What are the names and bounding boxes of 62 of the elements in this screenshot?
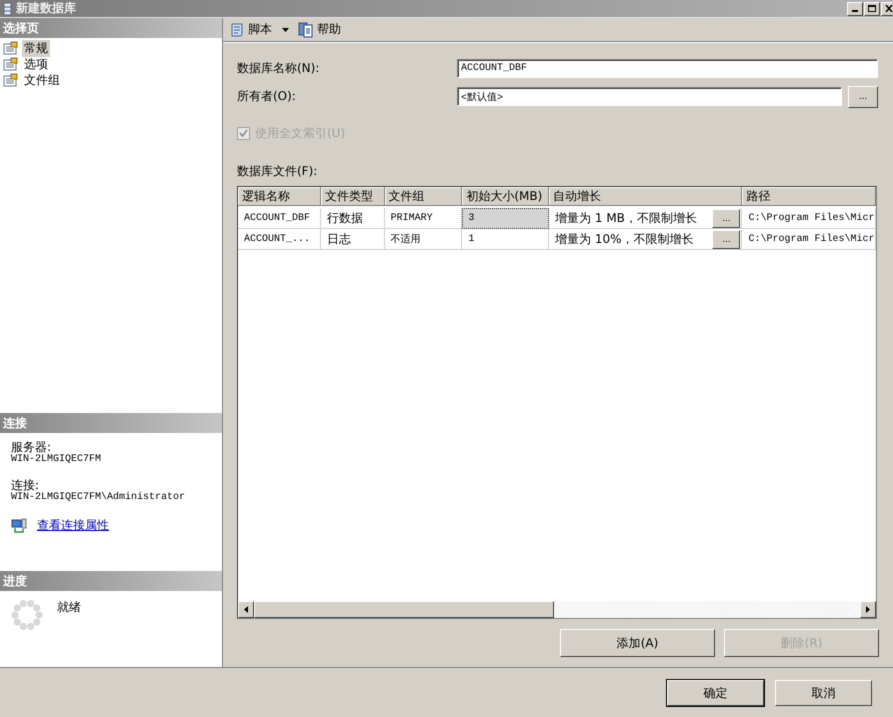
column-header[interactable]: 自动增长	[549, 187, 742, 206]
table-cell: 行数据	[320, 208, 385, 229]
scroll-right-button[interactable]	[860, 601, 876, 618]
page-icon	[3, 57, 19, 71]
field-label: 数据库名称(N):	[237, 60, 320, 77]
column-header[interactable]: 文件组	[384, 187, 462, 206]
network-icon	[11, 518, 27, 534]
browse-button[interactable]: ...	[848, 86, 878, 108]
table-cell: C:\Program Files\Micr	[742, 208, 876, 229]
window-title: 新建数据库	[16, 0, 76, 17]
page-item[interactable]: 文件组	[22, 72, 62, 88]
page-icon	[3, 41, 19, 55]
minimize-button[interactable]	[847, 2, 863, 16]
database-icon	[3, 2, 12, 16]
toolbar-button[interactable]: 脚本	[227, 21, 292, 38]
document-icon	[298, 22, 314, 38]
section-label: 数据库文件(F):	[237, 163, 318, 180]
right-arrow-icon	[866, 606, 870, 613]
field-label: 连接:	[11, 479, 40, 492]
column-header[interactable]: 逻辑名称	[238, 187, 321, 206]
server-name: WIN-2LMGIQEC7FM	[11, 454, 102, 465]
page-item[interactable]: 选项	[22, 56, 50, 72]
caret-icon	[281, 25, 290, 34]
growth-settings-button[interactable]: ...	[712, 230, 740, 248]
page-icon	[3, 73, 19, 87]
dialog-button[interactable]: 取消	[775, 680, 872, 706]
table-cell: ACCOUNT_DBF	[238, 208, 321, 229]
table-cell: C:\Program Files\Micr	[742, 229, 876, 250]
column-header[interactable]: 文件类型	[320, 187, 385, 206]
panel-header: 选择页	[0, 18, 222, 38]
table-cell: 不适用	[384, 229, 462, 250]
scrollbar-thumb[interactable]	[254, 601, 554, 618]
growth-settings-button[interactable]: ...	[712, 208, 740, 228]
table-cell: 1	[462, 229, 550, 250]
spinner-icon	[11, 599, 43, 631]
close-button[interactable]	[881, 2, 893, 16]
maximize-button[interactable]	[864, 2, 880, 16]
column-header[interactable]: 路径	[742, 187, 876, 206]
close-icon	[885, 5, 893, 12]
table-cell: ACCOUNT_...	[238, 229, 321, 250]
database-name-field[interactable]: ACCOUNT_DBF	[457, 59, 878, 78]
table-cell-text: 增量为 1 MB，不限制增长	[555, 210, 697, 227]
scroll-left-button[interactable]	[238, 601, 254, 618]
connection-name: WIN-2LMGIQEC7FM\Administrator	[11, 492, 186, 503]
column-header[interactable]: 初始大小(MB)	[462, 187, 550, 206]
page-item[interactable]: 常规	[22, 40, 50, 56]
field-label: 服务器:	[11, 441, 52, 454]
grid-action-button[interactable]: 添加(A)	[560, 629, 715, 657]
progress-status: 就绪	[57, 599, 81, 616]
toolbar-button[interactable]: 帮助	[296, 21, 343, 38]
table-cell: 日志	[320, 229, 385, 250]
scroll-icon	[229, 22, 245, 38]
table-cell: 3	[462, 208, 550, 229]
dialog-button[interactable]: 确定	[667, 680, 764, 706]
maximize-icon	[868, 5, 876, 12]
field-label: 所有者(O):	[237, 88, 297, 105]
connection-properties-link[interactable]: 查看连接属性	[37, 517, 109, 534]
panel-header: 连接	[0, 413, 222, 433]
owner-field[interactable]: <默认值>	[457, 87, 842, 106]
left-arrow-icon	[244, 606, 248, 613]
panel-header: 进度	[0, 571, 222, 591]
table-cell-text: 增量为 10%，不限制增长	[555, 231, 694, 248]
